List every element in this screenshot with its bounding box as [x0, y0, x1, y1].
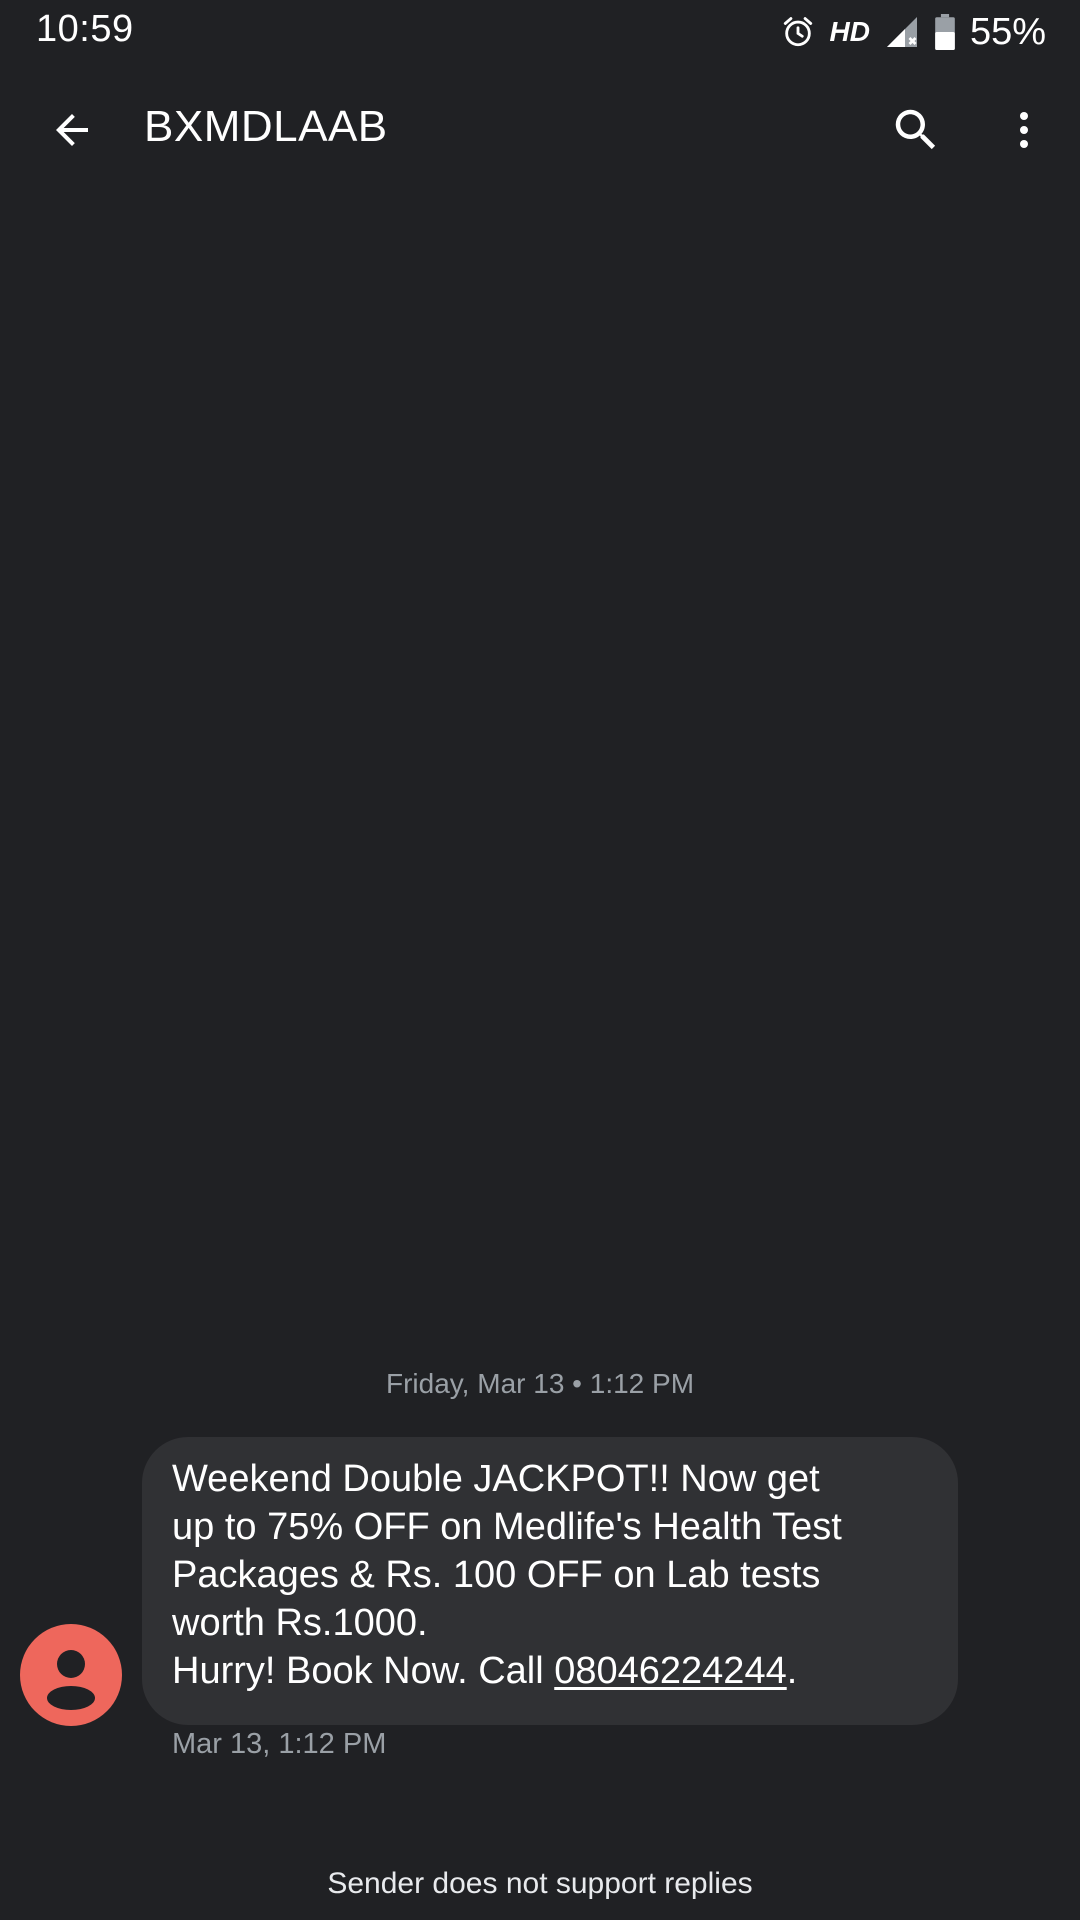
status-bar: 10:59 HD 55% — [0, 0, 1080, 64]
arrow-back-icon — [48, 106, 96, 159]
more-options-button[interactable] — [990, 94, 1058, 170]
signal-icon — [884, 14, 920, 50]
message-line-last: Hurry! Book Now. Call 08046224244. — [172, 1647, 928, 1695]
date-divider: Friday, Mar 13 • 1:12 PM — [385, 1368, 695, 1399]
search-button[interactable] — [876, 94, 956, 170]
sender-avatar[interactable] — [20, 1624, 122, 1726]
conversation-title: BXMDLAAB — [144, 102, 388, 151]
search-icon — [889, 103, 943, 162]
message-line: Weekend Double JACKPOT!! Now get — [172, 1458, 820, 1500]
message-text: . — [786, 1650, 798, 1692]
status-time: 10:59 — [36, 8, 134, 50]
battery-icon — [934, 14, 956, 50]
status-icons: HD 55% — [781, 8, 1046, 56]
message-timestamp: Mar 13, 1:12 PM — [172, 1728, 387, 1760]
reply-not-supported-notice: Sender does not support replies — [327, 1867, 753, 1900]
alarm-icon — [781, 15, 815, 49]
network-hd-label: HD — [829, 16, 870, 47]
message-line: worth Rs.1000. — [172, 1602, 428, 1644]
message-line: Packages & Rs. 100 OFF on Lab tests — [172, 1554, 821, 1596]
message-bubble[interactable]: Weekend Double JACKPOT!! Now get up to 7… — [142, 1437, 958, 1725]
message-text: Hurry! Book Now. Call — [172, 1650, 555, 1692]
more-vert-icon — [1000, 106, 1048, 159]
battery-percentage: 55% — [969, 10, 1046, 53]
phone-number-link[interactable]: 08046224244 — [554, 1650, 786, 1692]
back-button[interactable] — [28, 96, 116, 168]
message-line: up to 75% OFF on Medlife's Health Test — [172, 1506, 842, 1548]
messages-screen: 10:59 HD 55% BXMDLAAB Friday, Mar 13 • 1… — [0, 0, 1080, 1920]
top-app-bar: BXMDLAAB — [0, 64, 1080, 200]
person-icon — [20, 1650, 122, 1726]
